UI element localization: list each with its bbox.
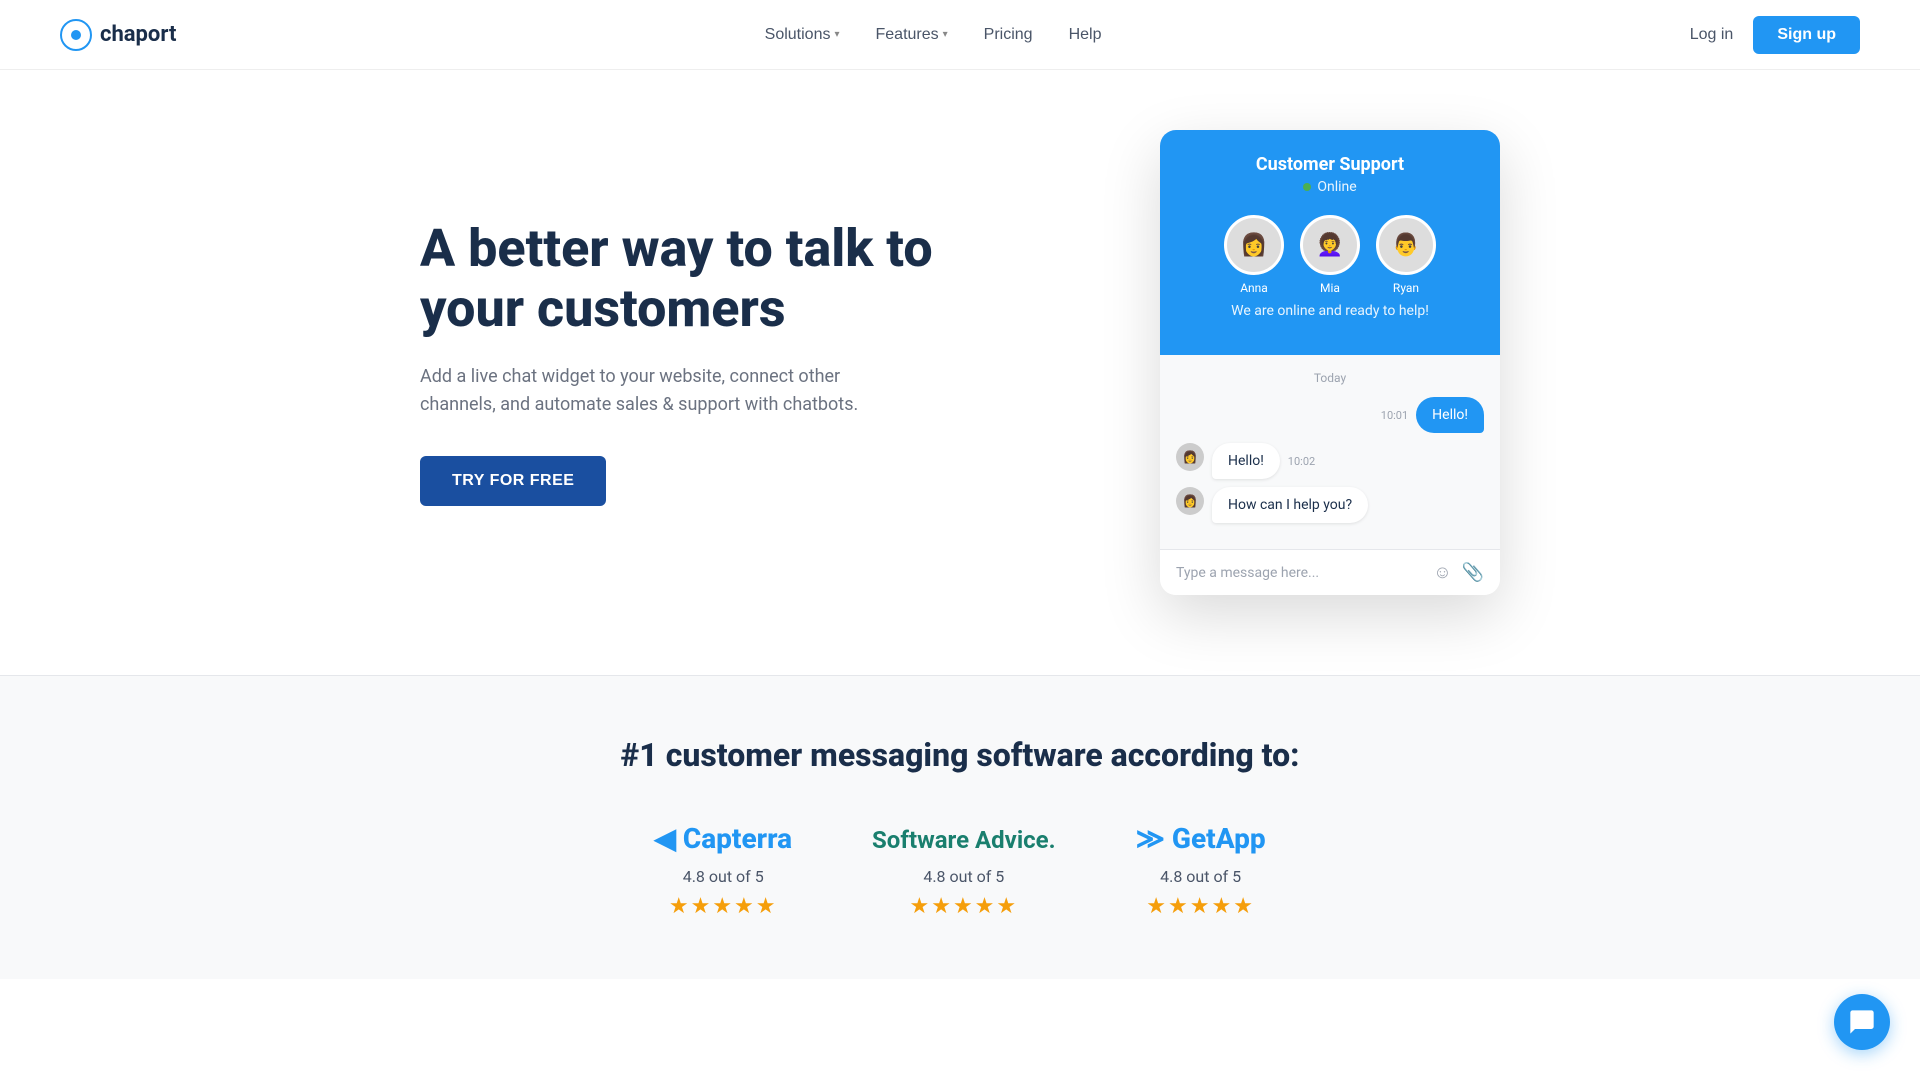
chat-bubble-out: Hello! [1416,397,1484,433]
attachment-icon[interactable]: 📎 [1462,562,1484,583]
logo-text: chaport [100,22,176,47]
hero-content: A better way to talk to your customers A… [420,219,940,506]
chat-header: Customer Support Online 👩 Anna 👩‍🦱 Mia [1160,130,1500,355]
agent-anna-avatar: 👩 [1224,215,1284,275]
chat-mockup: Customer Support Online 👩 Anna 👩‍🦱 Mia [1160,130,1500,595]
chat-header-title: Customer Support [1180,154,1480,175]
nav-features[interactable]: Features ▾ [876,26,948,44]
chat-input-icons: ☺ 📎 [1433,562,1484,583]
platform-software-advice: Software Advice. 4.8 out of 5 ★★★★★ [872,822,1056,919]
login-button[interactable]: Log in [1690,26,1734,44]
agent-mia-avatar: 👩‍🦱 [1300,215,1360,275]
software-advice-logo: Software Advice. [872,822,1056,855]
hero-section: A better way to talk to your customers A… [360,70,1560,675]
chat-agents: 👩 Anna 👩‍🦱 Mia 👨 Ryan [1180,215,1480,295]
chat-date: Today [1176,371,1484,385]
logo[interactable]: chaport [60,19,176,51]
chat-status: Online [1180,179,1480,195]
agent-ryan-avatar: 👨 [1376,215,1436,275]
getapp-rating: 4.8 out of 5 [1160,867,1241,886]
chat-message-in-2: 👩 How can I help you? [1176,487,1484,523]
capterra-logo: ◀ Capterra [654,822,792,855]
platform-capterra: ◀ Capterra 4.8 out of 5 ★★★★★ [654,822,792,919]
nav-actions: Log in Sign up [1690,16,1860,54]
software-advice-rating: 4.8 out of 5 [923,867,1004,886]
signup-button[interactable]: Sign up [1753,16,1860,54]
logo-icon [60,19,92,51]
status-dot-icon [1303,183,1311,191]
chat-message-out: 10:01 Hello! [1176,397,1484,433]
hero-subtitle: Add a live chat widget to your website, … [420,363,860,421]
nav-pricing[interactable]: Pricing [984,26,1033,44]
chat-bubble-in-1: Hello! [1212,443,1280,479]
chat-time-in-1: 10:02 [1288,455,1315,468]
agent-ryan: 👨 Ryan [1376,215,1436,295]
chat-message-in-1: 👩 Hello! 10:02 [1176,443,1484,479]
try-for-free-button[interactable]: TRY FOR FREE [420,456,606,506]
chat-messages-in: 👩 Hello! 10:02 👩 How can I help you? [1176,443,1484,523]
social-proof-title: #1 customer messaging software according… [60,736,1860,774]
chat-bubble-in-2: How can I help you? [1212,487,1368,523]
review-platforms: ◀ Capterra 4.8 out of 5 ★★★★★ Software A… [60,822,1860,919]
agent-mia: 👩‍🦱 Mia [1300,215,1360,295]
chat-mockup-container: Customer Support Online 👩 Anna 👩‍🦱 Mia [940,130,1500,595]
navbar: chaport Solutions ▾ Features ▾ Pricing H… [0,0,1920,70]
chat-time-out: 10:01 [1381,409,1408,422]
agent-mini-avatar: 👩 [1176,443,1204,471]
chat-widget-button[interactable] [1834,994,1890,1050]
nav-links: Solutions ▾ Features ▾ Pricing Help [765,26,1102,44]
chat-body: Today 10:01 Hello! 👩 Hello! 10:02 [1160,355,1500,549]
capterra-rating: 4.8 out of 5 [683,867,764,886]
chevron-down-icon: ▾ [834,29,839,40]
nav-solutions[interactable]: Solutions ▾ [765,26,840,44]
nav-help[interactable]: Help [1069,26,1102,44]
chat-input-placeholder[interactable]: Type a message here... [1176,565,1433,581]
agent-mini-avatar-2: 👩 [1176,487,1204,515]
getapp-stars: ★★★★★ [1146,894,1255,919]
chat-tagline: We are online and ready to help! [1180,303,1480,335]
chevron-down-icon: ▾ [943,29,948,40]
platform-getapp: ≫ GetApp 4.8 out of 5 ★★★★★ [1136,822,1266,919]
hero-title: A better way to talk to your customers [420,219,940,339]
getapp-logo: ≫ GetApp [1136,822,1266,855]
social-proof-section: #1 customer messaging software according… [0,676,1920,979]
capterra-stars: ★★★★★ [669,894,778,919]
emoji-icon[interactable]: ☺ [1433,562,1451,583]
software-advice-stars: ★★★★★ [910,894,1019,919]
chat-input-area: Type a message here... ☺ 📎 [1160,549,1500,595]
agent-anna: 👩 Anna [1224,215,1284,295]
